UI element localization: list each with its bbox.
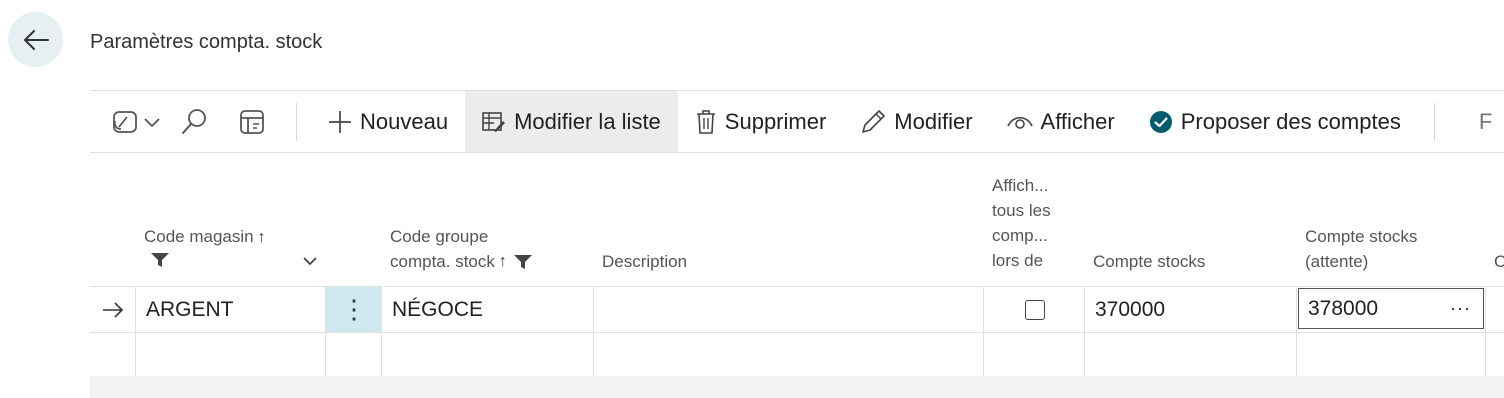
trash-icon	[696, 109, 715, 134]
delete-label: Supprimer	[724, 108, 827, 134]
suggest-accounts-button[interactable]: Proposer des comptes	[1132, 91, 1418, 152]
eye-icon	[1006, 116, 1033, 129]
column-header-code-magasin[interactable]: Code magasin ↑	[144, 224, 266, 250]
empty-cell[interactable]	[135, 332, 326, 376]
arrow-left-icon	[23, 29, 49, 50]
toolbar-divider	[1433, 102, 1435, 141]
cell-compte-stocks[interactable]: 370000	[1084, 287, 1297, 332]
filter-icon	[151, 253, 169, 267]
row-actions-menu-button[interactable]: ⋮	[325, 287, 382, 332]
cell-code-groupe[interactable]: NÉGOCE	[381, 287, 594, 332]
search-icon	[182, 108, 206, 134]
cell-next	[1485, 287, 1504, 332]
cell-afficher-tous	[983, 287, 1085, 332]
sort-ascending-icon: ↑	[498, 253, 507, 270]
search-button[interactable]	[166, 91, 222, 152]
arrow-right-icon	[103, 301, 124, 318]
view-button[interactable]: Afficher	[990, 91, 1132, 152]
empty-cell[interactable]	[381, 332, 594, 376]
table-row-empty[interactable]	[90, 332, 1504, 377]
action-bar: Nouveau Modifier la liste Supprimer Modi…	[90, 90, 1504, 153]
plus-icon	[329, 110, 351, 133]
chevron-down-icon	[144, 117, 160, 127]
toolbar-divider	[296, 102, 297, 141]
column-header-compte-stocks[interactable]: Compte stocks	[1093, 249, 1205, 274]
layout-icon	[240, 109, 264, 134]
empty-cell[interactable]	[593, 332, 984, 376]
empty-cell[interactable]	[1485, 332, 1504, 376]
copilot-icon	[113, 110, 137, 133]
lookup-ellipsis-button[interactable]: ···	[1450, 298, 1471, 319]
view-label: Afficher	[1040, 108, 1115, 134]
back-button[interactable]	[8, 12, 63, 67]
edit-list-button[interactable]: Modifier la liste	[465, 91, 678, 152]
compte-attente-input[interactable]: 378000 ···	[1298, 288, 1484, 329]
layout-button[interactable]	[222, 91, 282, 152]
chevron-down-icon[interactable]	[302, 255, 318, 267]
column-header-compte-attente[interactable]: Compte stocks (attente)	[1305, 224, 1417, 274]
edit-button[interactable]: Modifier	[843, 91, 989, 152]
cell-compte-attente: 378000 ···	[1296, 287, 1486, 332]
column-header-afficher-tous[interactable]: Affich... tous les comp... lors de	[992, 173, 1051, 273]
table-row[interactable]: ARGENT ⋮ NÉGOCE 370000 378000 ···	[90, 286, 1504, 333]
check-circle-icon	[1149, 110, 1172, 133]
empty-cell[interactable]	[1084, 332, 1297, 376]
pencil-icon	[862, 109, 886, 133]
page-title: Paramètres compta. stock	[90, 31, 323, 53]
empty-cell[interactable]	[1296, 332, 1486, 376]
cell-code-magasin[interactable]: ARGENT	[135, 287, 326, 332]
edit-label: Modifier	[894, 108, 973, 134]
column-header-code-groupe[interactable]: Code groupe compta. stock ↑	[390, 224, 533, 274]
cell-description[interactable]	[593, 287, 984, 332]
delete-button[interactable]: Supprimer	[678, 91, 843, 152]
empty-cell[interactable]	[983, 332, 1085, 376]
edit-list-label: Modifier la liste	[514, 108, 661, 134]
grid-footer	[90, 376, 1504, 398]
sort-ascending-icon: ↑	[257, 229, 266, 246]
edit-list-icon	[482, 111, 506, 132]
copilot-menu-button[interactable]	[90, 91, 166, 152]
empty-cell[interactable]	[325, 332, 382, 376]
column-header-description[interactable]: Description	[602, 249, 687, 274]
row-current-indicator	[90, 287, 136, 332]
suggest-accounts-label: Proposer des comptes	[1180, 108, 1401, 134]
more-actions-overflow[interactable]: F	[1449, 109, 1492, 135]
filter-icon	[513, 254, 532, 269]
new-button[interactable]: Nouveau	[311, 91, 465, 152]
afficher-tous-checkbox[interactable]	[1024, 299, 1045, 320]
column-header-next[interactable]: C	[1494, 249, 1504, 274]
data-grid: Code magasin ↑ Code groupe compta. stock ↑…	[90, 150, 1504, 398]
new-button-label: Nouveau	[360, 108, 449, 134]
